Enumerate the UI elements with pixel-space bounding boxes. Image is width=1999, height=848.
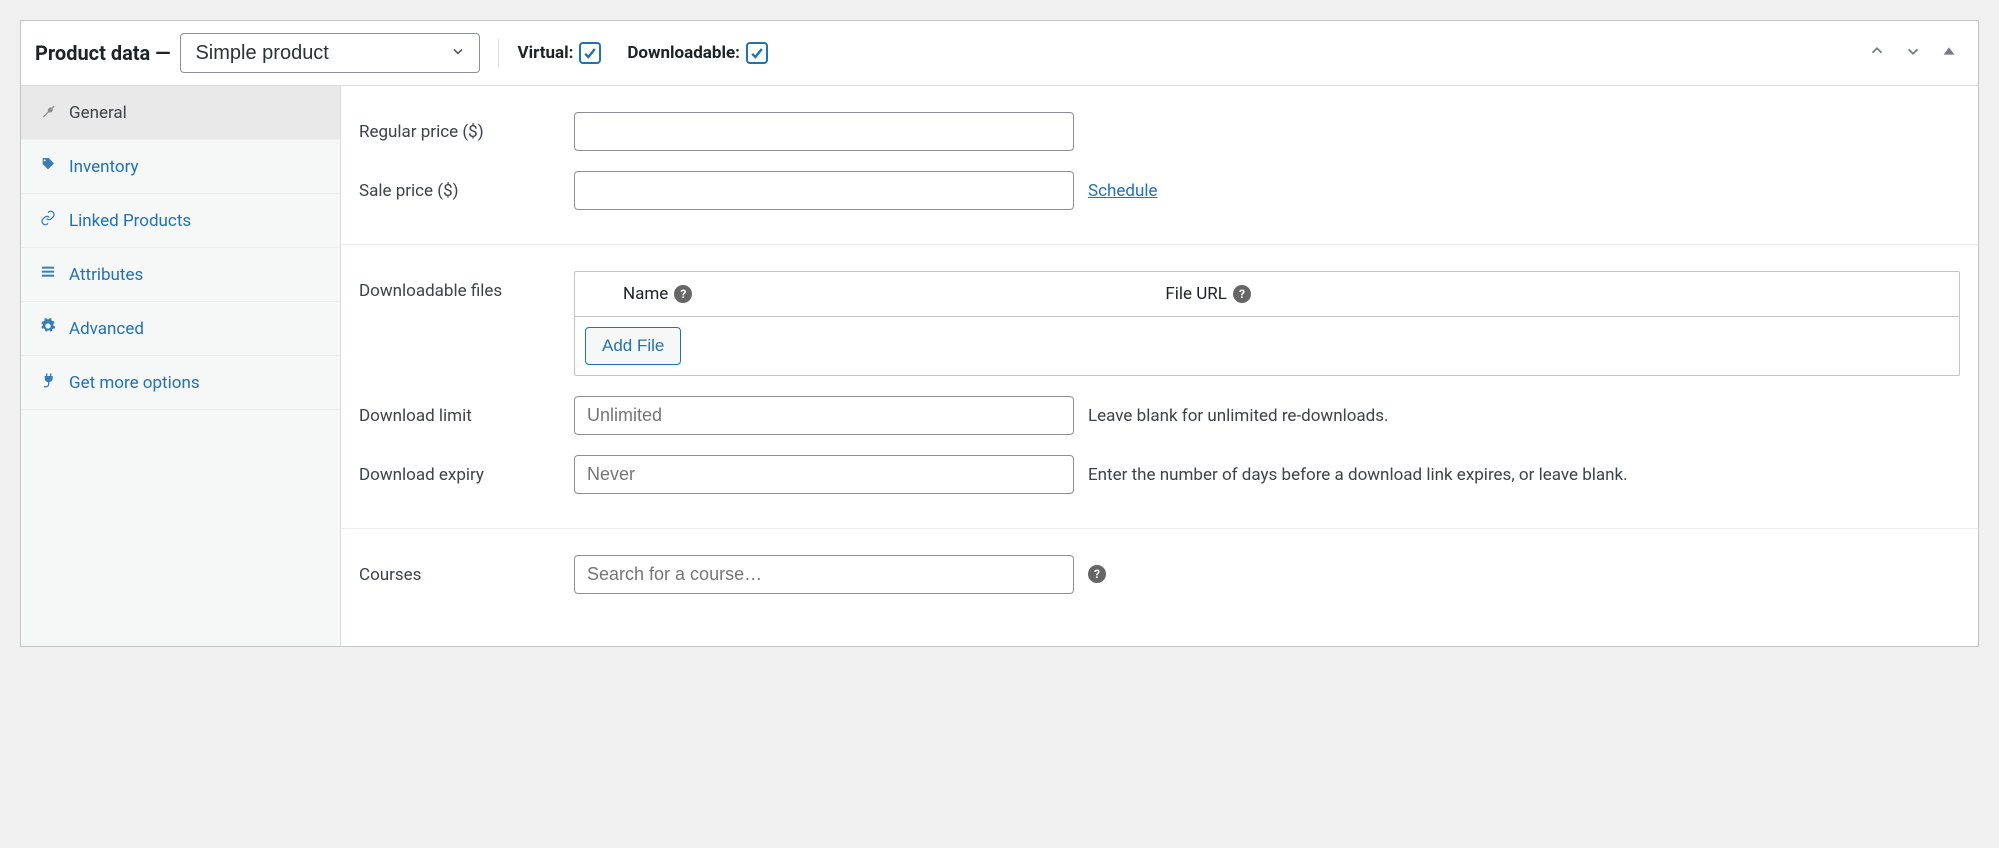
list-icon <box>39 264 57 285</box>
panel-controls <box>1862 36 1964 70</box>
tag-icon <box>39 156 57 177</box>
link-icon <box>39 210 57 231</box>
tab-general[interactable]: General <box>21 86 340 140</box>
move-down-button[interactable] <box>1898 36 1928 70</box>
col-url-label: File URL <box>1165 284 1227 304</box>
courses-row: Courses ? <box>359 545 1960 604</box>
courses-search-input[interactable] <box>574 555 1074 594</box>
sale-price-label: Sale price ($) <box>359 171 574 201</box>
virtual-checkbox-label[interactable]: Virtual: <box>517 42 601 64</box>
help-icon[interactable]: ? <box>1233 285 1251 303</box>
panel-title: Product data — <box>35 41 170 65</box>
virtual-checkbox[interactable] <box>579 42 601 64</box>
panel-header: Product data — Simple product Virtual: D… <box>21 21 1978 86</box>
regular-price-label: Regular price ($) <box>359 112 574 142</box>
downloads-block: Downloadable files Name ? File URL ? <box>341 244 1978 528</box>
gear-icon <box>39 318 57 339</box>
downloadable-files-row: Downloadable files Name ? File URL ? <box>359 261 1960 386</box>
tab-linked-products[interactable]: Linked Products <box>21 194 340 248</box>
move-up-button[interactable] <box>1862 36 1892 70</box>
download-expiry-row: Download expiry Enter the number of days… <box>359 445 1960 504</box>
download-limit-label: Download limit <box>359 396 574 426</box>
toggle-panel-button[interactable] <box>1934 36 1964 70</box>
tab-content: Regular price ($) Sale price ($) Schedul… <box>341 86 1978 646</box>
col-name-label: Name <box>623 284 668 304</box>
product-type-select[interactable]: Simple product <box>180 33 480 73</box>
download-limit-row: Download limit Leave blank for unlimited… <box>359 386 1960 445</box>
product-data-panel: Product data — Simple product Virtual: D… <box>20 20 1979 647</box>
sale-price-input[interactable] <box>574 171 1074 210</box>
courses-block: Courses ? <box>341 528 1978 628</box>
product-type-select-wrap: Simple product <box>180 33 480 73</box>
download-expiry-help: Enter the number of days before a downlo… <box>1074 455 1960 485</box>
downloadable-checkbox-label[interactable]: Downloadable: <box>627 42 768 64</box>
pricing-block: Regular price ($) Sale price ($) Schedul… <box>341 86 1978 244</box>
downloadable-files-table: Name ? File URL ? Add File <box>574 271 1960 376</box>
download-expiry-label: Download expiry <box>359 455 574 485</box>
panel-body: General Inventory Linked Products Attrib… <box>21 86 1978 646</box>
regular-price-input[interactable] <box>574 112 1074 151</box>
courses-label: Courses <box>359 555 574 585</box>
help-icon[interactable]: ? <box>674 285 692 303</box>
regular-price-row: Regular price ($) <box>359 102 1960 161</box>
sale-price-row: Sale price ($) Schedule <box>359 161 1960 220</box>
download-expiry-input[interactable] <box>574 455 1074 494</box>
download-limit-input[interactable] <box>574 396 1074 435</box>
add-file-button[interactable]: Add File <box>585 327 681 365</box>
help-icon[interactable]: ? <box>1088 565 1106 583</box>
downloadable-checkbox[interactable] <box>746 42 768 64</box>
tab-attributes[interactable]: Attributes <box>21 248 340 302</box>
tab-get-more-options[interactable]: Get more options <box>21 356 340 410</box>
divider <box>498 39 499 67</box>
tab-inventory[interactable]: Inventory <box>21 140 340 194</box>
files-table-head: Name ? File URL ? <box>575 272 1959 317</box>
wrench-icon <box>39 102 57 123</box>
downloadable-files-label: Downloadable files <box>359 271 574 301</box>
schedule-link[interactable]: Schedule <box>1088 181 1157 201</box>
tabs-sidebar: General Inventory Linked Products Attrib… <box>21 86 341 646</box>
download-limit-help: Leave blank for unlimited re-downloads. <box>1074 396 1960 426</box>
tab-advanced[interactable]: Advanced <box>21 302 340 356</box>
plug-icon <box>39 372 57 393</box>
